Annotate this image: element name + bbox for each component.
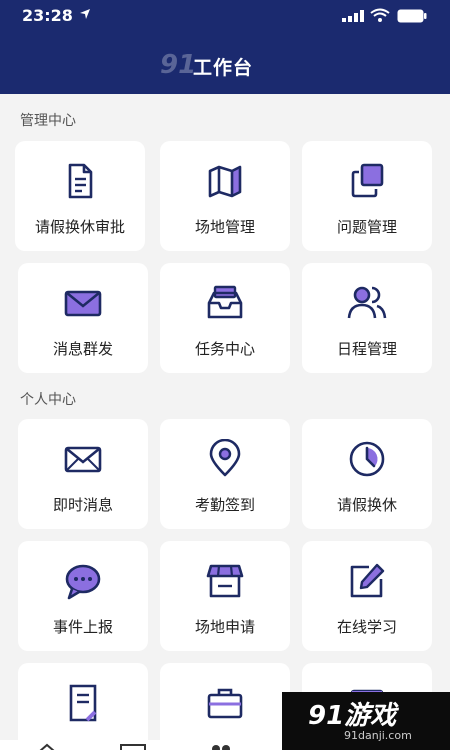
section-title-personal: 个人中心: [20, 392, 76, 408]
card-attendance-checkin[interactable]: 考勤签到: [160, 419, 290, 529]
card-label: 消息群发: [52, 340, 113, 358]
clock-icon: [349, 441, 385, 477]
map-icon: [208, 165, 242, 198]
profile-icon[interactable]: [210, 743, 232, 750]
document-icon: [68, 163, 93, 199]
card-instant-message[interactable]: 即时消息: [18, 419, 148, 529]
layers-icon: [351, 163, 384, 198]
card-online-learning[interactable]: 在线学习: [302, 541, 432, 651]
card-label: 任务中心: [194, 340, 255, 358]
card-label: 事件上报: [52, 618, 113, 636]
card-label: 请假换休审批: [34, 218, 125, 236]
users-icon: [347, 286, 387, 319]
mail-icon: [64, 290, 102, 317]
status-bar: 23:28: [0, 0, 450, 34]
bottom-tab-bar: [0, 740, 282, 750]
card-leave-swap[interactable]: 请假换休: [302, 419, 432, 529]
chat-bubble-icon: [65, 564, 101, 600]
home-icon[interactable]: [38, 743, 56, 750]
card-label: 在线学习: [336, 618, 397, 636]
status-time: 23:28: [22, 6, 73, 25]
card-venue-management[interactable]: 场地管理: [160, 141, 290, 251]
page-title: 工作台: [193, 57, 254, 79]
card-label: 即时消息: [52, 496, 113, 514]
mail-icon: [64, 446, 102, 473]
briefcase-icon: [207, 688, 243, 719]
card-task-center[interactable]: 任务中心: [160, 263, 290, 373]
inbox-icon: [207, 285, 243, 319]
location-pin-icon: [209, 439, 241, 477]
card-label: 场地管理: [194, 218, 255, 236]
card-row5-1[interactable]: [18, 663, 148, 750]
store-icon: [206, 564, 244, 598]
watermark-sub: 91danji.com: [344, 729, 412, 742]
card-label: 日程管理: [336, 340, 397, 358]
watermark-banner: 91游戏 91danji.com: [282, 692, 450, 750]
card-incident-report[interactable]: 事件上报: [18, 541, 148, 651]
card-label: 考勤签到: [194, 496, 255, 514]
section-title-management: 管理中心: [20, 113, 76, 129]
wifi-icon: [370, 8, 390, 22]
battery-icon: [397, 9, 427, 23]
card-leave-approval[interactable]: 请假换休审批: [15, 141, 145, 251]
location-arrow-icon: [80, 9, 90, 19]
card-issue-management[interactable]: 问题管理: [302, 141, 432, 251]
app-header: 23:28 91 工作台: [0, 0, 450, 94]
watermark-main: 91游戏: [308, 701, 397, 731]
list-icon[interactable]: [120, 744, 146, 750]
report-icon: [69, 684, 97, 722]
edit-icon: [350, 563, 385, 598]
watermark-logo: 91: [160, 50, 197, 80]
card-schedule-management[interactable]: 日程管理: [302, 263, 432, 373]
card-label: 请假换休: [336, 496, 397, 514]
signal-icon: [342, 10, 364, 22]
card-row5-2[interactable]: [160, 663, 290, 750]
card-mass-message[interactable]: 消息群发: [18, 263, 148, 373]
card-venue-application[interactable]: 场地申请: [160, 541, 290, 651]
card-label: 场地申请: [194, 618, 255, 636]
card-label: 问题管理: [336, 218, 397, 236]
